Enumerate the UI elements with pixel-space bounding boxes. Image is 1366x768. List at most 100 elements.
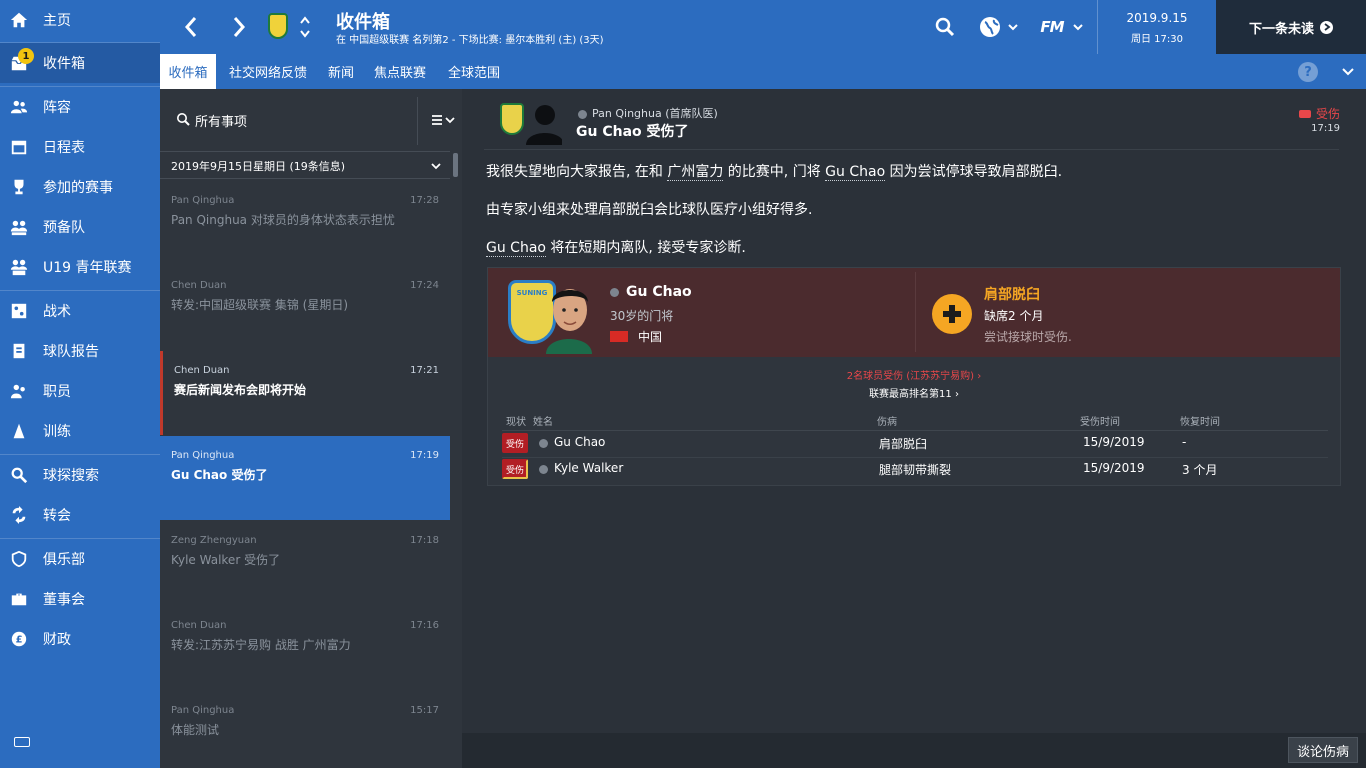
message-time: 17:19 — [1311, 123, 1340, 134]
table-cell-injury: 肩部脱臼 — [879, 437, 928, 451]
sidebar-item-reserves[interactable]: 预备队 — [0, 207, 160, 247]
column-header-status[interactable]: 现状 — [506, 413, 526, 428]
sidebar-item-staff[interactable]: 职员 — [0, 371, 160, 411]
tab-focus-leagues[interactable]: 焦点联赛 — [366, 54, 434, 89]
message-time: 17:21 — [410, 365, 439, 376]
info-icon[interactable] — [539, 439, 548, 448]
club-crest-icon[interactable] — [500, 103, 524, 135]
chevron-down-icon[interactable] — [1340, 64, 1356, 80]
player-nation[interactable]: 中国 — [638, 328, 662, 345]
player-link[interactable]: Gu Chao — [825, 164, 886, 181]
list-item-selected[interactable]: Pan Qinghua 17:19 Gu Chao 受伤了 — [160, 436, 450, 520]
up-down-icon[interactable] — [299, 14, 311, 40]
table-cell-name[interactable]: Kyle Walker — [554, 461, 623, 475]
list-item[interactable]: Chen Duan 17:24 转发:中国超级联赛 集锦 (星期日) — [160, 266, 450, 350]
message-sender: Chen Duan — [174, 365, 230, 376]
column-header-injury[interactable]: 伤病 — [877, 413, 897, 428]
list-options-icon[interactable] — [430, 111, 458, 129]
sidebar-item-u19[interactable]: U19 青年联赛 — [0, 247, 160, 287]
fm-menu-button[interactable]: FM — [1034, 0, 1090, 54]
message-sender: Pan Qinghua — [171, 195, 235, 206]
svg-text:£: £ — [16, 635, 23, 646]
message-time: 17:19 — [410, 450, 439, 461]
message-paragraph: 由专家小组来处理肩部脱臼会比球队医疗小组好得多. — [486, 202, 813, 218]
player-name[interactable]: Gu Chao — [610, 284, 692, 300]
sidebar-item-label: 阵容 — [43, 100, 71, 116]
tab-bar: 收件箱 社交网络反馈 新闻 焦点联赛 全球范围 ? — [160, 54, 1366, 89]
header: 收件箱 在 中国超级联赛 名列第2 - 下场比赛: 墨尔本胜利 (主) (3天)… — [160, 0, 1366, 54]
column-header-name[interactable]: 姓名 — [533, 413, 553, 428]
sidebar-item-team-report[interactable]: 球队报告 — [0, 331, 160, 371]
sidebar-item-label: 主页 — [43, 13, 71, 29]
current-day-time: 周日 17:30 — [1131, 34, 1183, 45]
world-menu-button[interactable] — [974, 0, 1024, 54]
column-header-recovery[interactable]: 恢复时间 — [1180, 413, 1220, 428]
table-cell-name[interactable]: Gu Chao — [554, 435, 605, 449]
status-badge: 受伤 — [502, 459, 528, 479]
message-time: 15:17 — [410, 705, 439, 716]
person-silhouette-icon[interactable] — [524, 99, 562, 145]
club-badge-icon[interactable] — [268, 13, 288, 39]
injury-tag-icon — [1298, 109, 1311, 118]
filter-search-input[interactable]: 所有事项 — [195, 111, 247, 130]
message-subject: Gu Chao 受伤了 — [171, 468, 268, 482]
column-header-date[interactable]: 受伤时间 — [1080, 413, 1120, 428]
status-badge: 受伤 — [1298, 105, 1340, 122]
sidebar-item-label: U19 青年联赛 — [43, 260, 132, 276]
sidebar-item-board[interactable]: 董事会 — [0, 579, 160, 619]
injury-card-header: SUNING Gu Chao 30岁的门将 中国 肩部脱臼 缺席2 个月 尝试接… — [488, 268, 1340, 357]
sidebar-item-inbox[interactable]: 1 收件箱 — [0, 43, 160, 83]
help-icon[interactable]: ? — [1298, 62, 1318, 82]
sidebar-item-tactics[interactable]: 战术 — [0, 291, 160, 331]
sidebar-item-competitions[interactable]: 参加的赛事 — [0, 167, 160, 207]
sidebar-item-scouting[interactable]: 球探搜索 — [0, 455, 160, 495]
sidebar-item-label: 训练 — [43, 424, 71, 440]
info-icon — [578, 109, 587, 119]
sidebar-item-finance[interactable]: £ 财政 — [0, 619, 160, 659]
discuss-injury-button[interactable]: 谈论伤病 — [1287, 737, 1358, 763]
injured-count-link[interactable]: 2名球员受伤 (江苏苏宁易购) › — [488, 367, 1340, 382]
list-item[interactable]: Chen Duan 17:16 转发:江苏苏宁易购 战胜 广州富力 — [160, 606, 450, 690]
back-button[interactable] — [178, 14, 204, 40]
sidebar-item-label: 财政 — [43, 632, 71, 648]
sidebar-item-home[interactable]: 主页 — [0, 0, 160, 40]
player-link[interactable]: Gu Chao — [486, 240, 546, 257]
tab-social-feedback[interactable]: 社交网络反馈 — [220, 54, 316, 89]
scrollbar[interactable] — [453, 153, 458, 177]
arrow-right-circle-icon — [1320, 20, 1333, 34]
tab-worldwide[interactable]: 全球范围 — [440, 54, 508, 89]
league-rank-link[interactable]: 联赛最高排名第11 › — [488, 385, 1340, 400]
message-sender: Chen Duan — [171, 620, 227, 631]
sidebar-item-schedule[interactable]: 日程表 — [0, 127, 160, 167]
collapse-sidebar-icon[interactable] — [14, 737, 30, 747]
info-icon[interactable] — [539, 465, 548, 474]
list-item[interactable]: Pan Qinghua 15:17 体能测试 — [160, 691, 450, 768]
list-item[interactable]: Zeng Zhengyuan 17:18 Kyle Walker 受伤了 — [160, 521, 450, 605]
sidebar-item-club[interactable]: 俱乐部 — [0, 539, 160, 579]
table-cell-injury: 腿部韧带撕裂 — [879, 463, 952, 477]
search-button[interactable] — [928, 0, 962, 54]
tab-inbox[interactable]: 收件箱 — [160, 54, 216, 89]
date-display[interactable]: 2019.9.15 周日 17:30 — [1098, 0, 1216, 54]
tab-news[interactable]: 新闻 — [320, 54, 362, 89]
player-face-icon[interactable] — [538, 276, 600, 354]
sidebar-item-squad[interactable]: 阵容 — [0, 87, 160, 127]
player-name-text: Gu Chao — [626, 284, 692, 300]
injury-card: SUNING Gu Chao 30岁的门将 中国 肩部脱臼 缺席2 个月 尝试接… — [487, 267, 1341, 486]
page-subtitle[interactable]: 在 中国超级联赛 名列第2 - 下场比赛: 墨尔本胜利 (主) (3天) — [336, 31, 604, 46]
medical-cross-icon — [932, 294, 972, 334]
club-link[interactable]: 广州富力 — [667, 164, 724, 181]
message-time: 17:16 — [410, 620, 439, 631]
next-unread-button[interactable]: 下一条未读 — [1216, 0, 1366, 54]
list-item[interactable]: Pan Qinghua 17:28 Pan Qinghua 对球员的身体状态表示… — [160, 181, 450, 265]
date-group-header[interactable]: 2019年9月15日星期日 (19条信息) — [160, 151, 450, 179]
player-age-position: 30岁的门将 — [610, 309, 674, 323]
pound-coin-icon: £ — [9, 629, 29, 649]
message-sender[interactable]: Pan Qinghua (首席队医) — [578, 105, 718, 121]
date-group-label: 2019年9月15日星期日 (19条信息) — [171, 160, 346, 173]
sidebar-item-training[interactable]: 训练 — [0, 411, 160, 451]
sidebar-item-label: 日程表 — [43, 140, 85, 156]
sidebar-item-transfers[interactable]: 转会 — [0, 495, 160, 535]
forward-button[interactable] — [226, 14, 252, 40]
list-item[interactable]: Chen Duan 17:21 赛后新闻发布会即将开始 — [160, 351, 450, 435]
